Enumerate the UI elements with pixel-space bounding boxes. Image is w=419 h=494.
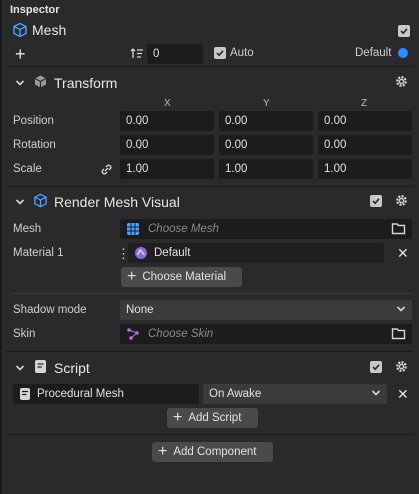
- skin-label: Skin: [13, 328, 36, 340]
- mesh-label: Mesh: [13, 223, 42, 235]
- shadow-mode-select[interactable]: None: [120, 300, 412, 320]
- mesh-grid-icon: [126, 222, 140, 239]
- axis-x-label: X: [164, 98, 171, 109]
- plus-icon: +: [173, 409, 183, 426]
- gear-icon[interactable]: [394, 74, 409, 92]
- scale-y-input[interactable]: 1.00: [219, 159, 313, 179]
- folder-icon[interactable]: [391, 222, 406, 238]
- link-icon[interactable]: [99, 162, 114, 180]
- object-enabled-checkbox[interactable]: [398, 25, 410, 37]
- axis-y-label: Y: [263, 98, 270, 109]
- script-event-select[interactable]: On Awake: [203, 384, 387, 404]
- object-name[interactable]: Mesh: [32, 22, 66, 38]
- script-icon: [34, 359, 47, 377]
- remove-material-button[interactable]: ✕: [397, 245, 409, 262]
- mesh-placeholder: Choose Mesh: [148, 223, 219, 235]
- position-label: Position: [13, 115, 54, 127]
- add-script-label: Add Script: [188, 412, 242, 424]
- add-component-label: Add Component: [173, 446, 257, 458]
- rotation-x-input[interactable]: 0.00: [120, 135, 214, 155]
- layer-order-icon: [130, 47, 144, 63]
- material-picker[interactable]: Default: [128, 243, 384, 263]
- plus-icon: +: [158, 443, 168, 460]
- layer-input[interactable]: 0: [147, 44, 203, 64]
- gear-icon[interactable]: [394, 359, 409, 377]
- default-label: Default: [355, 47, 392, 59]
- cube-icon: [12, 22, 28, 41]
- auto-label: Auto: [230, 47, 254, 59]
- material-value: Default: [154, 247, 191, 259]
- divider: [12, 293, 412, 294]
- script-asset-name: Procedural Mesh: [37, 388, 124, 400]
- rotation-label: Rotation: [13, 139, 56, 151]
- auto-checkbox[interactable]: [214, 47, 226, 59]
- panel-title: Inspector: [10, 4, 60, 16]
- plus-icon: +: [127, 268, 137, 285]
- render-mesh-cube-icon: [33, 193, 48, 211]
- position-z-input[interactable]: 0.00: [318, 111, 412, 131]
- script-event-value: On Awake: [209, 388, 262, 400]
- transform-icon: [33, 74, 48, 92]
- add-component-button[interactable]: + Add Component: [152, 442, 273, 462]
- divider: [6, 186, 413, 187]
- material-label: Material 1: [13, 247, 64, 259]
- scale-x-input[interactable]: 1.00: [120, 159, 214, 179]
- skin-placeholder: Choose Skin: [148, 328, 214, 340]
- script-enabled-checkbox[interactable]: [370, 361, 382, 373]
- remove-script-button[interactable]: ✕: [397, 386, 409, 403]
- skin-bones-icon: [126, 327, 140, 344]
- material-icon: [134, 246, 148, 263]
- chevron-down-icon: [371, 388, 381, 400]
- rotation-z-input[interactable]: 0.00: [318, 135, 412, 155]
- script-title: Script: [54, 360, 90, 376]
- render-mesh-enabled-checkbox[interactable]: [370, 195, 382, 207]
- skin-picker[interactable]: Choose Skin: [120, 324, 412, 344]
- shadow-mode-label: Shadow mode: [13, 304, 87, 316]
- script-file-icon: [19, 387, 31, 404]
- add-icon[interactable]: +: [15, 45, 26, 63]
- chevron-down-icon[interactable]: [15, 78, 25, 90]
- transform-title: Transform: [54, 75, 118, 91]
- chevron-down-icon[interactable]: [15, 363, 25, 375]
- mesh-picker[interactable]: Choose Mesh: [120, 219, 412, 239]
- position-x-input[interactable]: 0.00: [120, 111, 214, 131]
- default-radio[interactable]: [398, 48, 408, 58]
- choose-material-label: Choose Material: [142, 271, 227, 283]
- divider: [6, 351, 413, 352]
- render-mesh-title: Render Mesh Visual: [54, 194, 180, 210]
- axis-z-label: Z: [361, 98, 368, 109]
- add-script-button[interactable]: + Add Script: [167, 408, 258, 428]
- divider: [6, 66, 413, 67]
- position-y-input[interactable]: 0.00: [219, 111, 313, 131]
- folder-icon[interactable]: [391, 327, 406, 343]
- shadow-mode-value: None: [126, 304, 154, 316]
- gear-icon[interactable]: [394, 193, 409, 211]
- panel-left-border: [0, 0, 2, 494]
- chevron-down-icon: [396, 304, 406, 316]
- scale-label: Scale: [13, 163, 42, 175]
- scale-z-input[interactable]: 1.00: [318, 159, 412, 179]
- rotation-y-input[interactable]: 0.00: [219, 135, 313, 155]
- divider: [6, 434, 413, 435]
- script-asset-picker[interactable]: Procedural Mesh: [13, 384, 199, 404]
- chevron-down-icon[interactable]: [15, 197, 25, 209]
- choose-material-button[interactable]: + Choose Material: [121, 267, 242, 287]
